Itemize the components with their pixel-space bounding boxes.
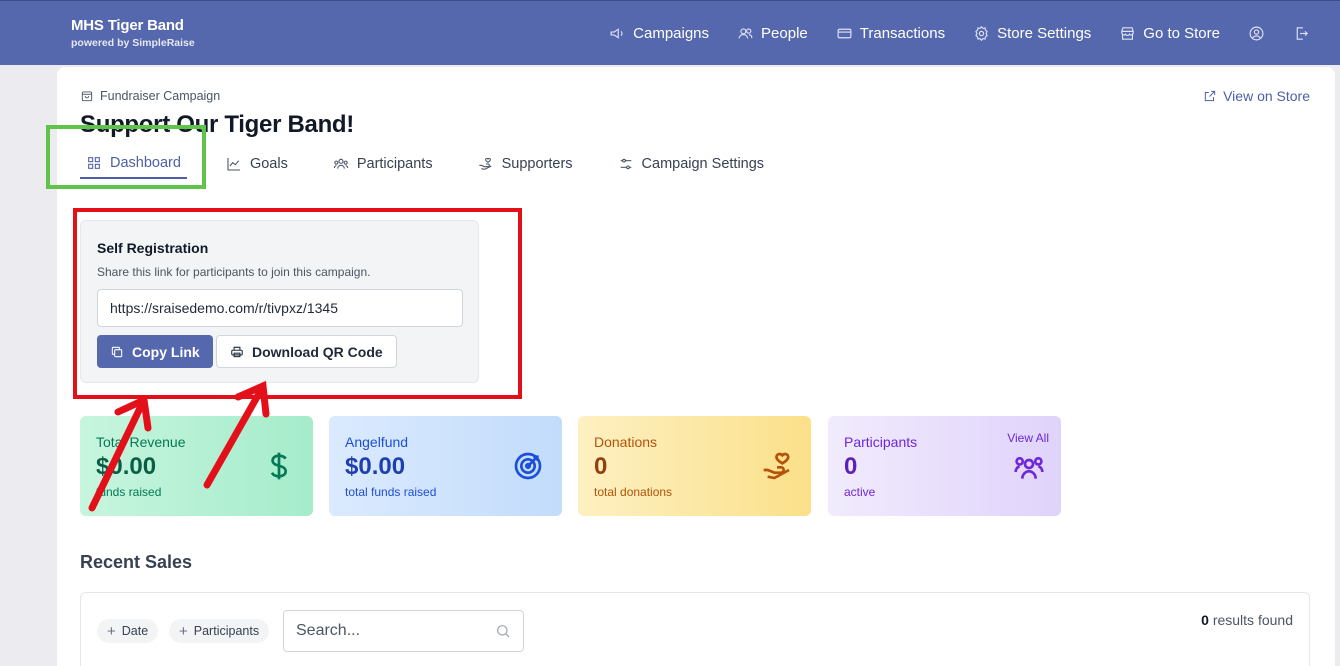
- filter-date-label: Date: [121, 624, 149, 638]
- view-all-participants-link[interactable]: View All: [1007, 431, 1049, 445]
- view-on-store-link[interactable]: View on Store: [1203, 88, 1310, 104]
- download-qr-button[interactable]: Download QR Code: [216, 335, 397, 368]
- results-count: 0 results found: [1201, 612, 1293, 628]
- recent-sales-table: + Date + Participants 0 results found: [80, 592, 1310, 666]
- main-content: Fundraiser Campaign View on Store Suppor…: [57, 67, 1335, 666]
- stat-total-revenue-label: Total Revenue: [96, 434, 186, 450]
- tab-campaign-settings-label: Campaign Settings: [641, 156, 765, 172]
- users-group-icon: [1013, 452, 1045, 489]
- megaphone-icon: [610, 28, 623, 39]
- stat-total-revenue: Total Revenue $0.00 funds raised: [80, 416, 313, 516]
- stat-donations-value: 0: [594, 453, 608, 480]
- hand-heart-icon: [478, 157, 492, 170]
- gear-icon: [975, 25, 988, 42]
- stat-participants: Participants View All 0 active: [828, 416, 1061, 516]
- user-circle-icon: [1249, 26, 1264, 41]
- filter-date-chip[interactable]: + Date: [97, 619, 159, 643]
- nav-people-label: People: [761, 25, 808, 42]
- recent-sales-title: Recent Sales: [80, 552, 193, 572]
- nav-transactions[interactable]: Transactions: [836, 25, 945, 42]
- printer-icon: [231, 346, 243, 357]
- tab-supporters[interactable]: Supporters: [472, 149, 579, 179]
- account-button[interactable]: [1248, 25, 1265, 42]
- sliders-icon: [620, 158, 631, 170]
- view-on-store-label: View on Store: [1223, 88, 1310, 104]
- plus-icon: +: [179, 622, 188, 640]
- stat-donations: Donations 0 total donations: [578, 416, 811, 516]
- stat-angelfund: Angelfund $0.00 total funds raised: [329, 416, 562, 516]
- shopping-bag-icon: [81, 91, 93, 102]
- stat-angelfund-value: $0.00: [345, 453, 406, 480]
- registration-link-field[interactable]: [97, 289, 463, 327]
- line-chart-icon: [227, 158, 240, 171]
- nav-store-settings-label: Store Settings: [997, 25, 1092, 42]
- tab-dashboard[interactable]: Dashboard: [80, 149, 187, 179]
- tab-goals[interactable]: Goals: [220, 149, 294, 179]
- page-title: Support Our Tiger Band!: [80, 111, 354, 138]
- target-icon: [512, 450, 544, 487]
- hand-heart-icon: [761, 450, 793, 487]
- search-input[interactable]: [296, 611, 486, 651]
- credit-card-icon: [837, 28, 852, 39]
- stat-participants-label: Participants: [844, 434, 918, 450]
- nav-people[interactable]: People: [737, 25, 808, 42]
- tab-supporters-label: Supporters: [501, 156, 573, 172]
- nav-campaigns-label: Campaigns: [633, 25, 710, 42]
- brand-subtitle: powered by SimpleRaise: [71, 37, 195, 49]
- self-registration-description: Share this link for participants to join…: [97, 265, 371, 279]
- filter-participants-label: Participants: [193, 624, 260, 638]
- campaign-tabs: Dashboard Goals Participants Supporters …: [80, 149, 803, 179]
- dollar-icon: [263, 450, 295, 487]
- top-nav-bar: MHS Tiger Band powered by SimpleRaise Ca…: [0, 0, 1340, 65]
- copy-icon: [111, 346, 123, 357]
- copy-link-label: Copy Link: [132, 343, 200, 360]
- stat-total-revenue-value: $0.00: [96, 453, 157, 480]
- tab-participants[interactable]: Participants: [327, 149, 439, 179]
- download-qr-label: Download QR Code: [252, 343, 383, 360]
- breadcrumb-label: Fundraiser Campaign: [100, 89, 221, 103]
- stat-participants-value: 0: [844, 453, 858, 480]
- stat-donations-sub: total donations: [594, 485, 673, 499]
- tab-participants-label: Participants: [356, 156, 433, 172]
- logout-icon: [1296, 27, 1308, 40]
- self-registration-title: Self Registration: [97, 240, 209, 256]
- self-registration-card: Self Registration Share this link for pa…: [80, 220, 479, 383]
- search-box: [283, 610, 524, 652]
- storefront-icon: [1121, 27, 1135, 40]
- main-nav: Campaigns People Transactions Store Sett…: [581, 1, 1310, 66]
- results-count-number: 0: [1201, 612, 1209, 628]
- stat-participants-sub: active: [844, 485, 876, 499]
- nav-go-to-store-label: Go to Store: [1143, 25, 1220, 42]
- nav-campaigns[interactable]: Campaigns: [609, 25, 709, 42]
- nav-transactions-label: Transactions: [859, 25, 946, 42]
- plus-icon: +: [107, 622, 116, 640]
- stat-donations-label: Donations: [594, 434, 658, 450]
- nav-go-to-store[interactable]: Go to Store: [1119, 25, 1220, 42]
- brand[interactable]: MHS Tiger Band powered by SimpleRaise: [71, 17, 195, 49]
- stat-angelfund-sub: total funds raised: [345, 485, 437, 499]
- copy-link-button[interactable]: Copy Link: [97, 335, 213, 368]
- nav-store-settings[interactable]: Store Settings: [973, 25, 1091, 42]
- users-icon: [738, 28, 753, 39]
- filter-participants-chip[interactable]: + Participants: [169, 619, 270, 643]
- stat-total-revenue-sub: funds raised: [96, 485, 162, 499]
- brand-name: MHS Tiger Band: [71, 17, 184, 34]
- stat-angelfund-label: Angelfund: [345, 434, 409, 450]
- breadcrumb: Fundraiser Campaign: [80, 89, 220, 103]
- grid-icon: [88, 157, 100, 169]
- logout-button[interactable]: [1293, 25, 1310, 42]
- external-link-icon: [1204, 90, 1216, 102]
- results-count-text: results found: [1208, 612, 1293, 628]
- tab-campaign-settings[interactable]: Campaign Settings: [612, 149, 771, 179]
- tab-goals-label: Goals: [249, 156, 288, 172]
- tab-dashboard-label: Dashboard: [110, 155, 181, 171]
- search-icon: [497, 625, 510, 638]
- users-group-icon: [333, 158, 349, 169]
